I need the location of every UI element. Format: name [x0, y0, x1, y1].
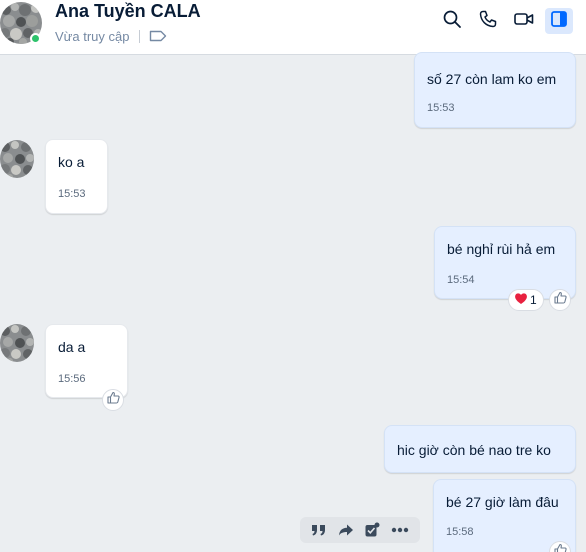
- tag-icon[interactable]: [149, 30, 167, 42]
- search-icon: [442, 9, 462, 34]
- reaction-summary[interactable]: 1: [508, 289, 544, 311]
- heart-icon: [514, 292, 528, 308]
- last-seen-status: Vừa truy cập: [55, 28, 130, 44]
- message-text: bé 27 giờ làm đâu: [446, 494, 559, 510]
- search-button[interactable]: [438, 8, 466, 34]
- message-time: 15:53: [58, 188, 86, 200]
- message-bubble-outgoing[interactable]: bé nghỉ rùi hả em 15:54: [434, 226, 576, 299]
- message-bubble-incoming[interactable]: da a 15:56: [45, 324, 128, 398]
- message-bubble-outgoing[interactable]: số 27 còn lam ko em 15:53: [414, 52, 576, 128]
- message-text: hic giờ còn bé nao tre ko: [397, 442, 551, 458]
- status-divider: [139, 29, 141, 43]
- sidebar-toggle-button[interactable]: [545, 8, 573, 34]
- more-icon[interactable]: [391, 527, 409, 533]
- message-hover-toolbar: [300, 517, 420, 543]
- status-row: Vừa truy cập: [55, 28, 167, 44]
- message-text: bé nghỉ rùi hả em: [447, 241, 556, 257]
- forward-icon[interactable]: [338, 523, 354, 537]
- thumbs-up-icon: [553, 291, 567, 309]
- sender-avatar[interactable]: [0, 140, 34, 178]
- chat-header: Ana Tuyền CALA Vừa truy cập: [0, 0, 586, 55]
- message-bubble-outgoing[interactable]: hic giờ còn bé nao tre ko: [384, 425, 576, 473]
- contact-avatar[interactable]: [0, 2, 42, 44]
- video-call-button[interactable]: [510, 8, 538, 34]
- like-reaction-button[interactable]: [102, 389, 124, 411]
- message-text: ko a: [58, 154, 85, 170]
- online-status-dot: [30, 33, 41, 44]
- message-time: 15:54: [447, 274, 475, 286]
- message-text: da a: [58, 339, 86, 355]
- thumbs-up-icon: [106, 391, 120, 409]
- reaction-count: 1: [530, 293, 537, 307]
- message-time: 15:56: [58, 373, 86, 385]
- thumbs-up-icon: [553, 543, 567, 552]
- message-time: 15:58: [446, 526, 474, 538]
- like-reaction-button[interactable]: [549, 289, 571, 311]
- call-button[interactable]: [474, 8, 502, 34]
- quote-icon[interactable]: [311, 523, 327, 537]
- contact-name[interactable]: Ana Tuyền CALA: [55, 1, 201, 22]
- task-icon[interactable]: [364, 522, 380, 538]
- sidebar-toggle-icon: [549, 9, 569, 34]
- message-text: số 27 còn lam ko em: [427, 71, 557, 87]
- sender-avatar[interactable]: [0, 324, 34, 362]
- message-time: 15:53: [427, 102, 455, 114]
- video-call-icon: [513, 9, 535, 34]
- phone-icon: [478, 9, 498, 34]
- message-bubble-incoming[interactable]: ko a 15:53: [45, 139, 108, 214]
